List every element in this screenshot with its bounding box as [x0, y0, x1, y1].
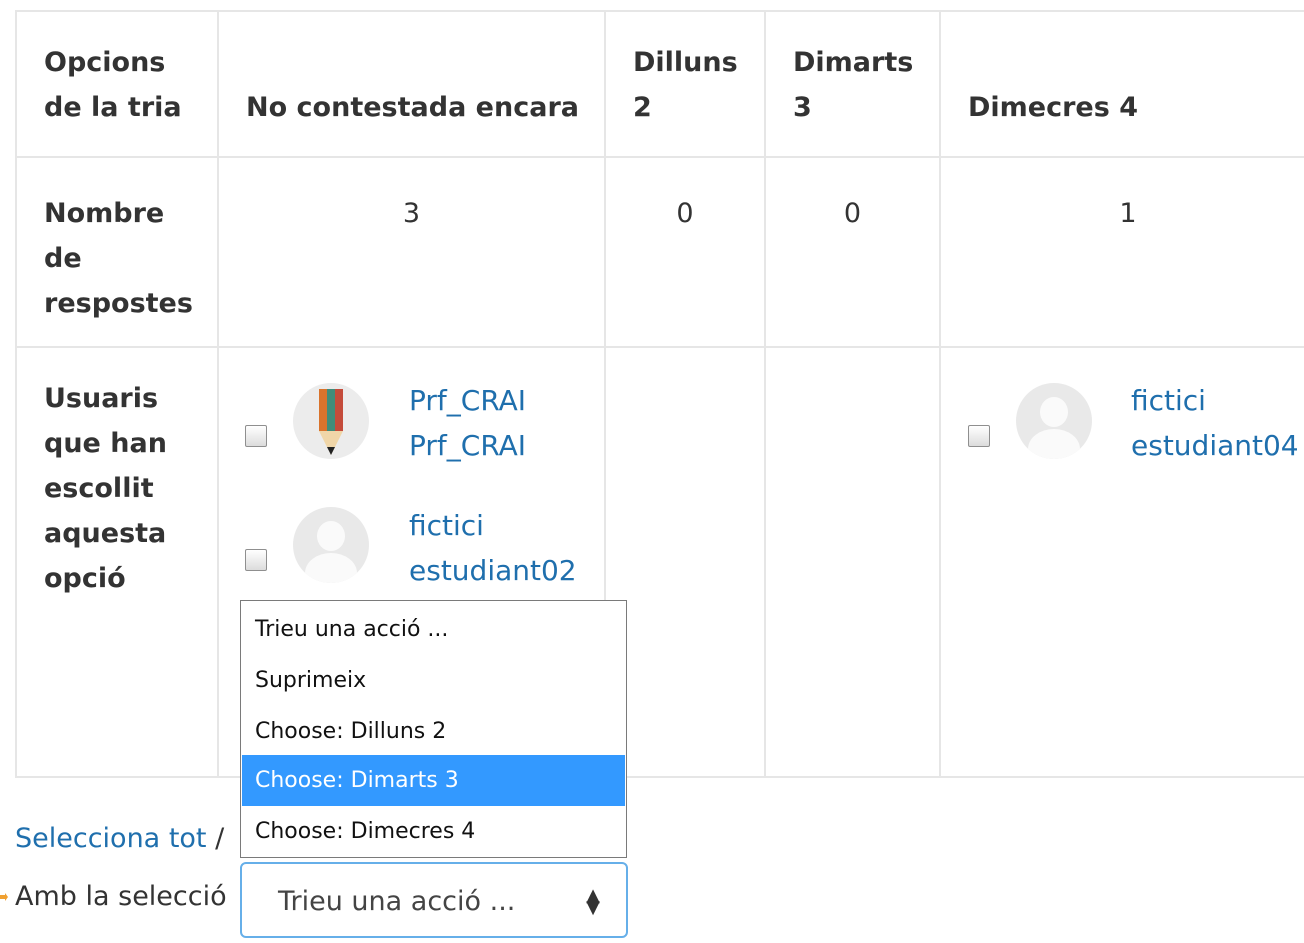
count-dilluns: 0: [676, 198, 694, 229]
action-select-value: Trieu una acció ...: [278, 886, 516, 917]
users-row: Usuaris que han escollit aquesta opció: [15, 346, 1304, 778]
col-not-answered-label: No contestada encara: [246, 92, 579, 123]
col-dimarts-label: Dimarts 3: [793, 47, 914, 123]
with-selection-label: Amb la selecció: [15, 881, 227, 912]
count-label-cell: Nombre de respostes: [15, 156, 219, 348]
pencil-icon: [319, 389, 343, 455]
user-first-name: Prf_CRAI: [409, 384, 527, 417]
users-dimarts-cell: [764, 346, 941, 778]
count-cell: 0: [764, 156, 941, 348]
user-first-name: fictici: [409, 509, 484, 542]
users-label: Usuaris que han escollit aquesta opció: [44, 383, 167, 594]
action-select[interactable]: Trieu una acció ... ▲ ▼: [240, 862, 628, 938]
separator: /: [215, 823, 225, 854]
count-row: Nombre de respostes 3 0 0 1: [15, 156, 1304, 348]
user-link-estudiant02[interactable]: fictici estudiant02: [409, 503, 577, 593]
users-label-cell: Usuaris que han escollit aquesta opció: [15, 346, 219, 778]
default-avatar-icon: [1016, 383, 1092, 459]
action-dropdown-list: Trieu una acció ... Suprimeix Choose: Di…: [240, 600, 627, 858]
option-delete[interactable]: Suprimeix: [242, 655, 625, 706]
user-checkbox[interactable]: [245, 425, 267, 447]
pencil-avatar-icon: [293, 383, 369, 459]
users-dilluns-cell: [604, 346, 766, 778]
select-all-link[interactable]: Selecciona tot: [15, 823, 207, 854]
count-cell: 1: [939, 156, 1304, 348]
count-not-answered: 3: [402, 198, 421, 229]
header-label: Opcions de la tria: [44, 47, 182, 123]
header-row: Opcions de la tria No contestada encara …: [15, 10, 1304, 158]
default-avatar-icon: [293, 507, 369, 583]
col-dimecres: Dimecres 4: [939, 10, 1304, 158]
count-dimarts: 0: [843, 198, 862, 229]
col-dimecres-label: Dimecres 4: [968, 92, 1139, 123]
option-choose-dimecres[interactable]: Choose: Dimecres 4: [242, 806, 625, 857]
count-cell: 3: [217, 156, 606, 348]
results-table: Opcions de la tria No contestada encara …: [15, 10, 1304, 778]
user-last-name: estudiant04: [1131, 429, 1299, 462]
col-not-answered: No contestada encara: [217, 10, 606, 158]
col-dilluns: Dilluns 2: [604, 10, 766, 158]
user-checkbox[interactable]: [245, 549, 267, 571]
count-cell: 0: [604, 156, 766, 348]
col-dimarts: Dimarts 3: [764, 10, 941, 158]
user-link-estudiant04[interactable]: fictici estudiant04: [1131, 378, 1299, 468]
user-checkbox[interactable]: [968, 425, 990, 447]
count-label: Nombre de respostes: [44, 198, 193, 319]
user-link-prf-crai[interactable]: Prf_CRAI Prf_CRAI: [409, 378, 526, 468]
option-choose-dilluns[interactable]: Choose: Dilluns 2: [242, 706, 625, 757]
option-choose-dimarts[interactable]: Choose: Dimarts 3: [242, 755, 625, 806]
header-label-cell: Opcions de la tria: [15, 10, 219, 158]
selection-links: Selecciona tot /: [15, 818, 224, 860]
arrow-icon: [0, 893, 8, 901]
option-choose-action[interactable]: Trieu una acció ...: [242, 604, 625, 655]
user-last-name: Prf_CRAI: [409, 429, 527, 462]
col-dilluns-label: Dilluns 2: [633, 47, 738, 123]
user-first-name: fictici: [1131, 384, 1206, 417]
select-caret-icon: ▲ ▼: [586, 885, 600, 918]
user-last-name: estudiant02: [409, 554, 577, 587]
count-dimecres: 1: [1119, 198, 1137, 229]
